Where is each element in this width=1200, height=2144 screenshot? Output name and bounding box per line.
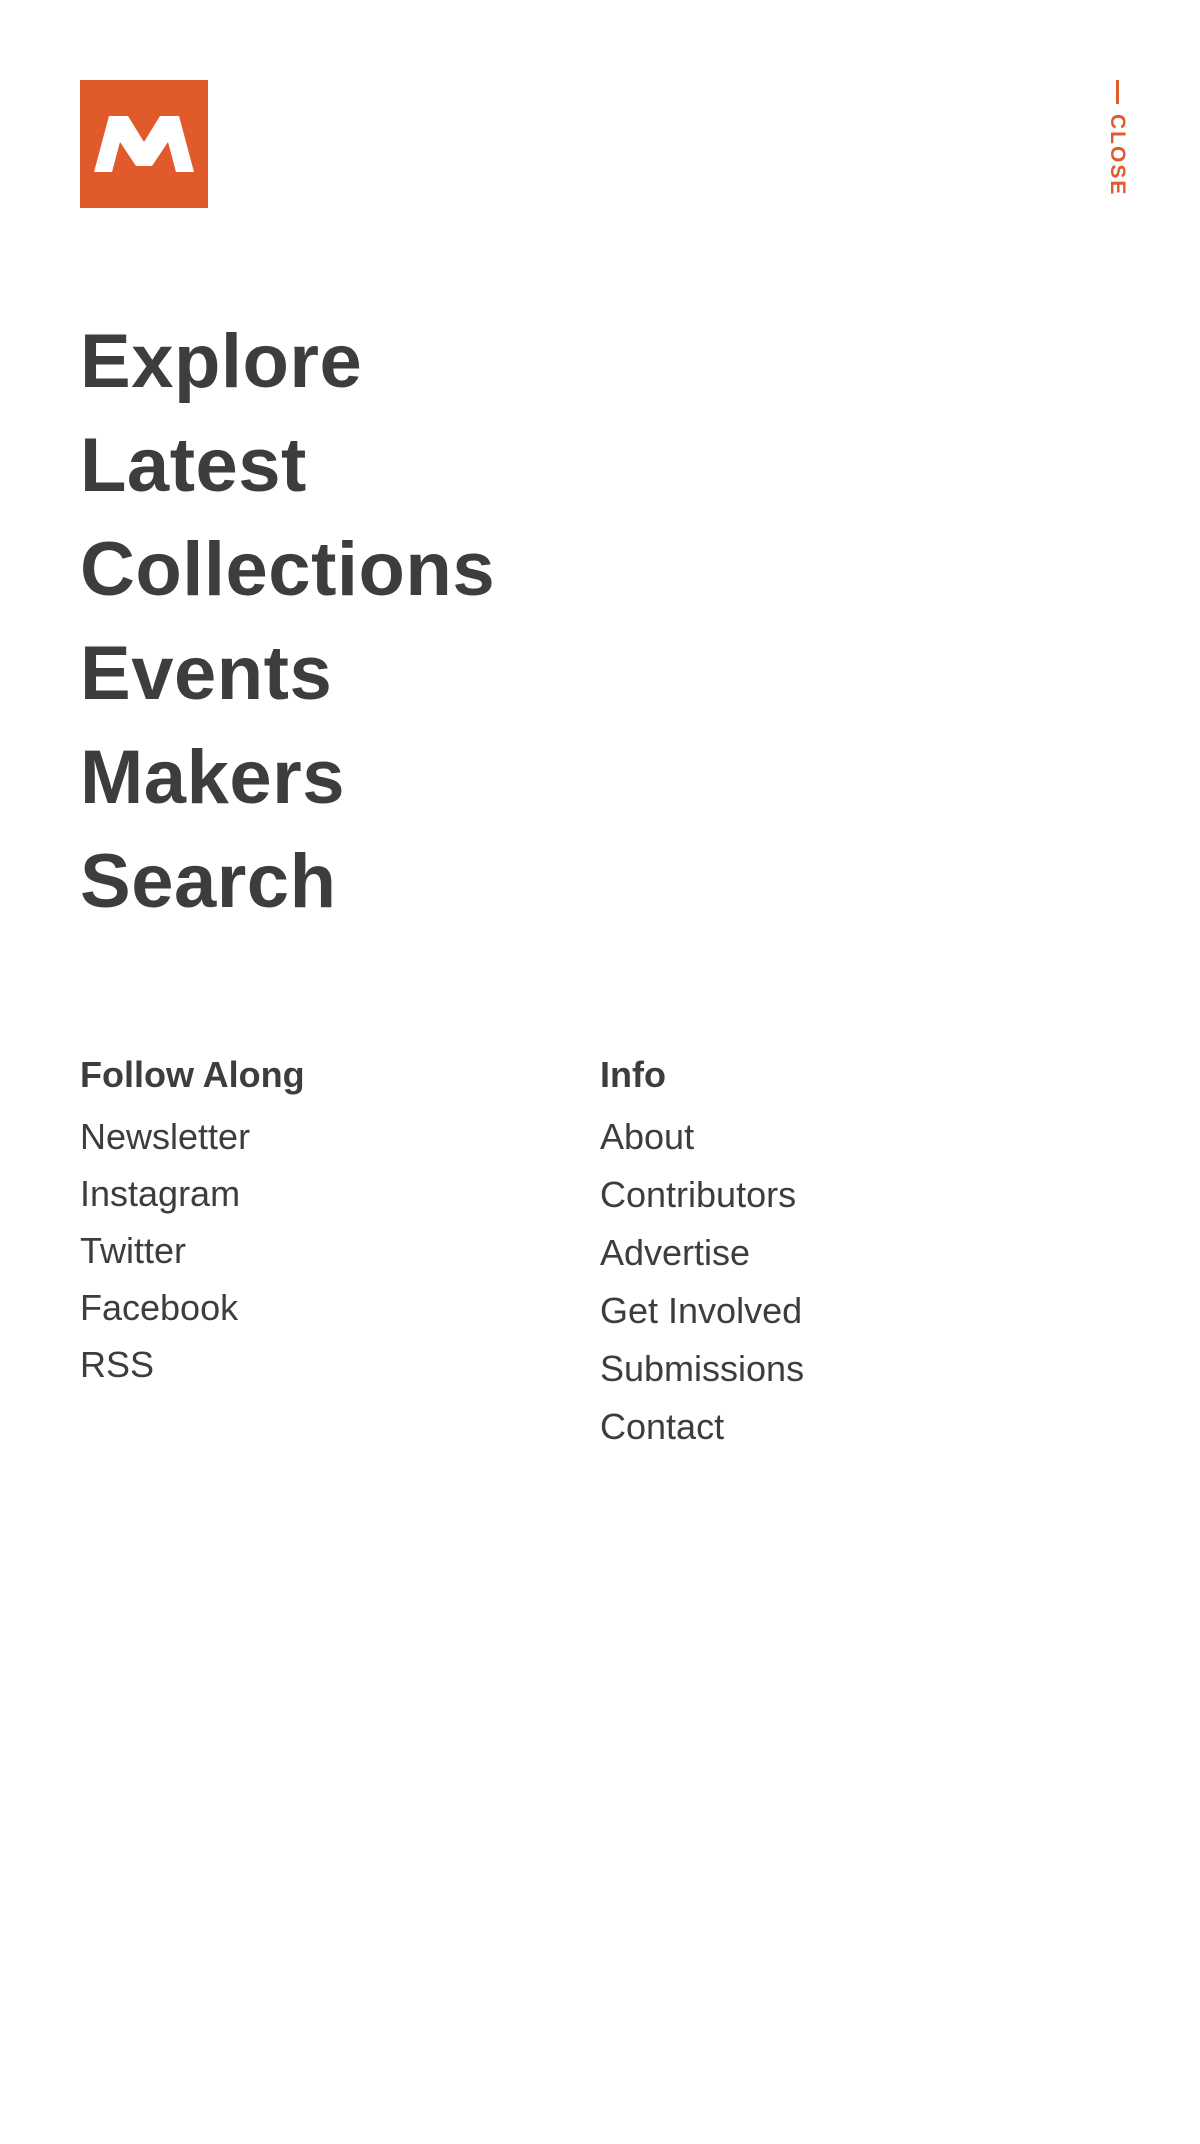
follow-along-heading: Follow Along — [80, 1054, 305, 1095]
follow-along-section: Follow Along Newsletter Instagram Twitte… — [80, 1050, 305, 1393]
info-list: About Contributors Advertise Get Involve… — [600, 1108, 804, 1456]
nav-item-latest[interactable]: Latest — [80, 414, 495, 518]
nav-item-events[interactable]: Events — [80, 622, 495, 726]
info-section: Info About Contributors Advertise Get In… — [600, 1050, 804, 1456]
nav-item-search[interactable]: Search — [80, 830, 495, 934]
follow-along-list: Newsletter Instagram Twitter Facebook RS… — [80, 1108, 305, 1393]
main-nav: Explore Latest Collections Events Makers… — [80, 310, 495, 934]
link-about[interactable]: About — [600, 1108, 804, 1166]
logo-mark — [80, 80, 208, 208]
link-contact[interactable]: Contact — [600, 1398, 804, 1456]
link-submissions[interactable]: Submissions — [600, 1340, 804, 1398]
link-get-involved[interactable]: Get Involved — [600, 1282, 804, 1340]
nav-item-makers[interactable]: Makers — [80, 726, 495, 830]
close-label: CLOSE — [1106, 114, 1129, 197]
close-dash-icon — [1116, 80, 1119, 104]
link-advertise[interactable]: Advertise — [600, 1224, 804, 1282]
close-button[interactable]: CLOSE — [1104, 80, 1132, 204]
link-twitter[interactable]: Twitter — [80, 1222, 305, 1279]
nav-item-collections[interactable]: Collections — [80, 518, 495, 622]
nav-item-explore[interactable]: Explore — [80, 310, 495, 414]
logo-m-icon[interactable] — [80, 80, 208, 208]
link-facebook[interactable]: Facebook — [80, 1279, 305, 1336]
link-newsletter[interactable]: Newsletter — [80, 1108, 305, 1165]
link-instagram[interactable]: Instagram — [80, 1165, 305, 1222]
link-rss[interactable]: RSS — [80, 1336, 305, 1393]
link-contributors[interactable]: Contributors — [600, 1166, 804, 1224]
info-heading: Info — [600, 1054, 666, 1095]
